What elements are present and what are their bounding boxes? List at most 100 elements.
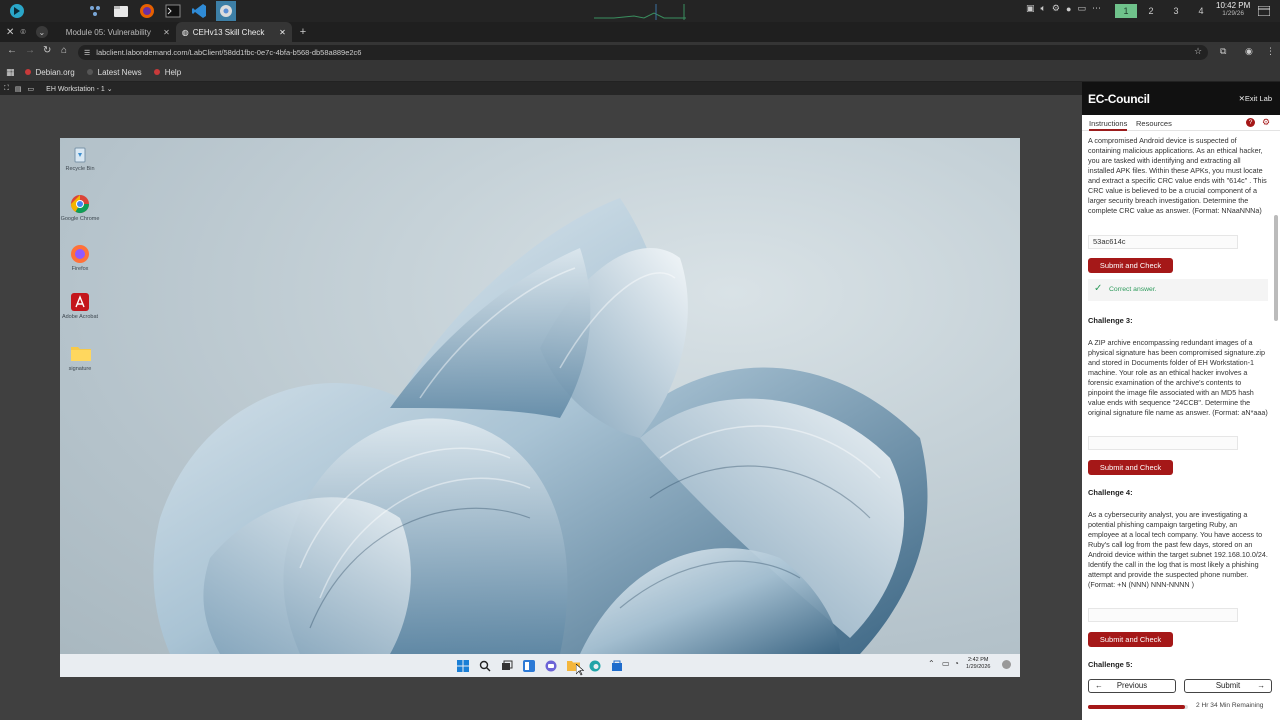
challenge-4-submit-button[interactable]: Submit and Check <box>1088 632 1173 647</box>
close-window-icon[interactable]: ✕ <box>6 27 14 38</box>
tab-close-icon[interactable]: ✕ <box>163 28 170 37</box>
workspace-3[interactable]: 3 <box>1165 4 1187 18</box>
bookmark-star-icon[interactable]: ☆ <box>1194 46 1202 57</box>
menu-icon[interactable]: ⋮ <box>1266 46 1275 57</box>
fullscreen-icon[interactable]: ⛶ <box>4 85 9 93</box>
bookmark-help[interactable]: Help <box>153 67 182 77</box>
firefox-icon <box>70 244 90 264</box>
site-info-icon[interactable]: ☰ <box>84 49 90 57</box>
profile-icon[interactable]: ◉ <box>1245 46 1253 57</box>
search-icon[interactable] <box>478 659 492 673</box>
new-tab-button[interactable]: + <box>300 26 306 38</box>
windows-start-icon[interactable] <box>456 659 470 673</box>
acrobat-icon <box>70 292 90 312</box>
tray-chevron-icon[interactable]: ⌃ <box>928 659 935 668</box>
challenge-3-answer-input[interactable] <box>1088 436 1238 450</box>
chrome-taskbar-icon[interactable] <box>216 1 236 21</box>
news-icon <box>86 69 93 75</box>
display-icon[interactable]: ▭ <box>1077 3 1086 14</box>
reload-icon[interactable]: ↻ <box>43 45 51 56</box>
tab-favicon-icon: ◍ <box>181 27 189 37</box>
tab-list-icon[interactable]: ⌄ <box>35 26 48 38</box>
network-icon[interactable]: ⋯ <box>1092 3 1101 14</box>
tab-module05[interactable]: Module 05: Vulnerability ✕ <box>60 22 176 42</box>
tab-resources[interactable]: Resources <box>1136 119 1172 128</box>
challenge-4-answer-input[interactable] <box>1088 608 1238 622</box>
settings-gear-icon[interactable]: ⚙︎ <box>1262 117 1270 128</box>
tab-title: CEHv13 Skill Check <box>192 27 265 37</box>
previous-button[interactable]: ← Previous <box>1088 679 1176 693</box>
desktop-icon-chrome[interactable]: Google Chrome <box>60 194 100 223</box>
challenge-3-submit-button[interactable]: Submit and Check <box>1088 460 1173 475</box>
time-progress-bar <box>1088 705 1188 709</box>
address-bar[interactable]: ☰ labclient.labondemand.com/LabClient/58… <box>78 45 1208 60</box>
clipboard-icon[interactable]: ▣ <box>1026 3 1035 14</box>
exit-lab-button[interactable]: ✕Exit Lab <box>1239 94 1272 103</box>
help-icon[interactable]: ? <box>1246 118 1255 127</box>
bookmark-label: Help <box>164 67 182 77</box>
next-submit-button[interactable]: Submit → <box>1184 679 1272 693</box>
notifications-icon[interactable] <box>1257 5 1271 19</box>
instructions-content[interactable]: A compromised Android device is suspecte… <box>1082 132 1280 670</box>
desktop-icon-signature-folder[interactable]: signature <box>60 344 100 373</box>
task-view-icon[interactable] <box>500 659 514 673</box>
mouse-cursor-icon <box>576 664 584 676</box>
correct-answer-banner: ✓ Correct answer. <box>1088 279 1268 301</box>
keyboard-icon[interactable]: ▤ <box>15 85 22 93</box>
desktop-icon-firefox[interactable]: Firefox <box>60 244 100 273</box>
workspace-4[interactable]: 4 <box>1190 4 1212 18</box>
settings-icon[interactable]: ⚙︎ <box>1052 3 1060 14</box>
windows-desktop[interactable]: Recycle Bin Google Chrome Firefox Adobe … <box>60 138 1020 654</box>
chat-icon[interactable] <box>544 659 558 673</box>
vm-clock[interactable]: 2:42 PM 1/29/2026 <box>966 657 990 671</box>
tray-network-icon[interactable]: ▭ <box>942 659 950 668</box>
notification-center-icon[interactable] <box>1002 660 1011 669</box>
forward-icon[interactable]: → <box>25 45 35 56</box>
pin-icon[interactable]: ⌾ <box>20 27 25 38</box>
panel-scrollbar[interactable] <box>1274 215 1278 321</box>
clock[interactable]: 10:42 PM 1/29/26 <box>1216 2 1250 18</box>
network-apps-icon[interactable] <box>86 2 104 20</box>
challenge-2-submit-button[interactable]: Submit and Check <box>1088 258 1173 273</box>
challenge-3-description: A ZIP archive encompassing redundant ima… <box>1088 338 1268 417</box>
desktop-icon-label: Google Chrome <box>60 216 100 222</box>
bookmark-debian[interactable]: Debian.org <box>24 68 75 77</box>
windows-taskbar: ⌃ ▭ ◔ 2:42 PM 1/29/2026 <box>60 654 1020 677</box>
extensions-icon[interactable]: ⧉ <box>1220 46 1226 57</box>
desktop-icon-acrobat[interactable]: Adobe Acrobat <box>60 292 100 321</box>
workspace-2[interactable]: 2 <box>1140 4 1162 18</box>
browser-toolbar: ← → ↻ ⌂ ☰ labclient.labondemand.com/LabC… <box>0 42 1280 63</box>
home-icon[interactable]: ⌂ <box>61 45 67 56</box>
tab-close-icon[interactable]: ✕ <box>279 28 286 37</box>
desktop-icon-recycle-bin[interactable]: Recycle Bin <box>60 144 100 173</box>
challenge-2-answer-input[interactable]: 53ac614c <box>1088 235 1238 249</box>
tab-instructions[interactable]: Instructions <box>1089 119 1128 131</box>
url-text: labclient.labondemand.com/LabClient/58dd… <box>96 48 362 57</box>
screen-icon[interactable]: ▭ <box>28 85 35 93</box>
brand-logo: EC-Council <box>1088 92 1150 106</box>
challenge-4-heading: Challenge 4: <box>1088 488 1133 497</box>
tab-skill-check[interactable]: ◍ CEHv13 Skill Check ✕ <box>175 22 292 42</box>
firefox-icon[interactable] <box>138 2 156 20</box>
terminal-icon[interactable] <box>164 2 182 20</box>
clock-date: 1/29/26 <box>1222 10 1244 17</box>
apps-grid-icon[interactable]: ▦ <box>6 67 15 78</box>
volume-icon[interactable]: 🔈︎ <box>1041 3 1046 14</box>
back-icon[interactable]: ← <box>7 45 17 56</box>
edge-icon[interactable] <box>588 659 602 673</box>
workspace-1[interactable]: 1 <box>1115 4 1137 18</box>
machine-selector[interactable]: EH Workstation - 1 ⌄ <box>46 85 112 93</box>
challenge-4-description: As a cybersecurity analyst, you are inve… <box>1088 510 1268 589</box>
store-icon[interactable] <box>610 659 624 673</box>
challenge-3-heading: Challenge 3: <box>1088 316 1133 325</box>
tray-volume-icon[interactable]: ◔ <box>954 659 959 668</box>
file-manager-icon[interactable] <box>112 2 130 20</box>
bookmark-latest-news[interactable]: Latest News <box>86 68 142 77</box>
app-launcher-icon[interactable] <box>8 2 26 20</box>
vscode-icon[interactable] <box>190 2 208 20</box>
machine-selector-label: EH Workstation - 1 <box>46 85 105 93</box>
widgets-icon[interactable] <box>522 659 536 673</box>
power-icon[interactable]: ● <box>1066 4 1071 14</box>
desktop-icon-label: Recycle Bin <box>65 166 95 172</box>
correct-answer-text: Correct answer. <box>1109 286 1157 293</box>
